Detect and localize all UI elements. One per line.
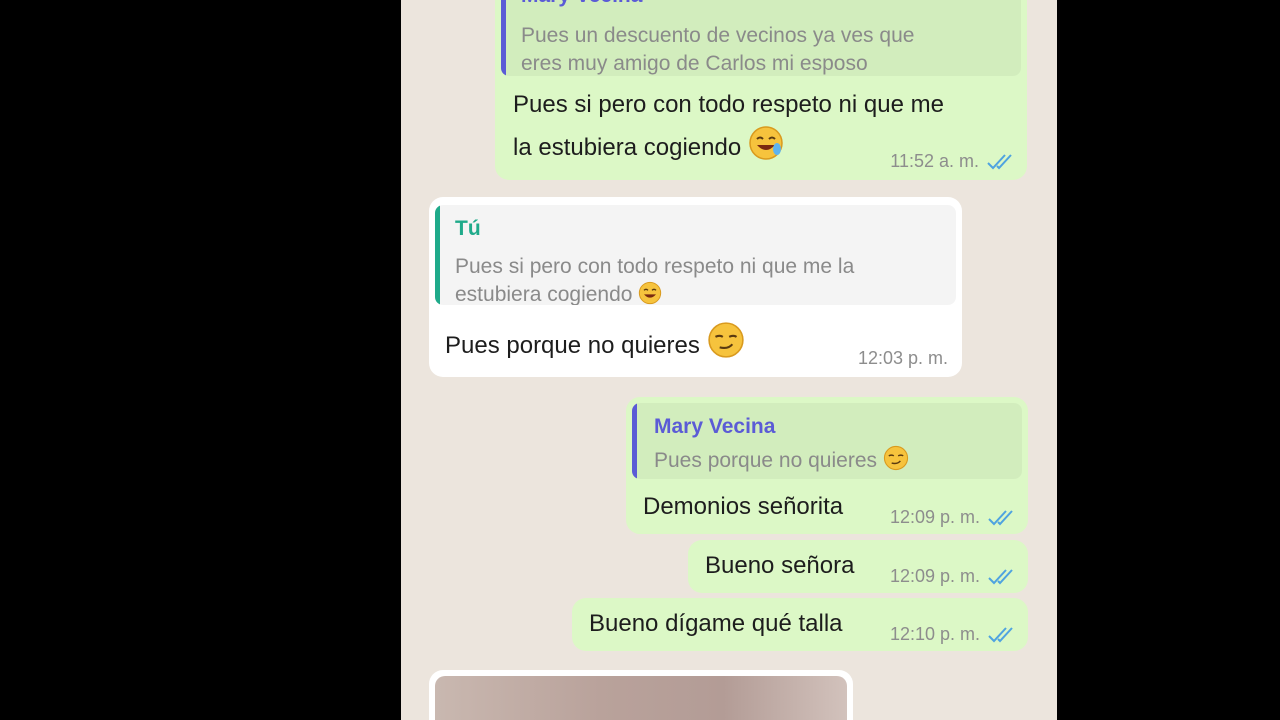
- message-text: Demonios señorita: [643, 493, 844, 520]
- quote-bar: [435, 205, 440, 305]
- quote-text: estubiera cogiendo: [455, 283, 633, 305]
- quote-text-line: eres muy amigo de Carlos mi esposo: [521, 52, 868, 75]
- message-text: la estubiera cogiendo: [513, 134, 742, 161]
- quote-author: Mary Vecina: [521, 0, 642, 8]
- message-text: Pues porque no quieres: [445, 332, 700, 359]
- message-text-line: Pues porque no quieres: [445, 321, 745, 371]
- quoted-message[interactable]: Mary Vecina Pues porque no quieres: [632, 403, 1022, 479]
- read-ticks-icon: [988, 626, 1016, 643]
- image-message-bubble[interactable]: [429, 670, 853, 720]
- quote-bar: [501, 0, 506, 76]
- message-text-line-2: la estubiera cogiendo: [513, 125, 784, 173]
- smirking-face-icon: [883, 445, 909, 479]
- message-text-line: Pues si pero con todo respeto ni que me: [513, 91, 944, 118]
- message-meta: 11:52 a. m.: [890, 151, 1015, 172]
- message-bubble-outgoing[interactable]: Mary Vecina Pues porque no quieres Demon…: [626, 397, 1028, 534]
- message-meta: 12:09 p. m.: [890, 507, 1016, 528]
- message-text: Bueno señora: [705, 552, 855, 579]
- quote-bar: [632, 403, 637, 479]
- read-ticks-icon: [987, 153, 1015, 170]
- quote-text-line: Pues si pero con todo respeto ni que me …: [455, 255, 855, 278]
- quote-author: Mary Vecina: [654, 415, 776, 438]
- message-bubble-outgoing[interactable]: Bueno señora 12:09 p. m.: [688, 540, 1028, 593]
- message-bubble-outgoing[interactable]: Mary Vecina Pues un descuento de vecinos…: [495, 0, 1027, 180]
- quoted-message[interactable]: Mary Vecina Pues un descuento de vecinos…: [501, 0, 1021, 76]
- message-bubble-outgoing[interactable]: Bueno dígame qué talla 12:10 p. m.: [572, 598, 1028, 651]
- quoted-message[interactable]: Tú Pues si pero con todo respeto ni que …: [435, 205, 956, 305]
- laughing-face-icon: [638, 281, 662, 305]
- message-bubble-incoming[interactable]: Tú Pues si pero con todo respeto ni que …: [429, 197, 962, 377]
- message-time: 12:09 p. m.: [889, 507, 980, 527]
- read-ticks-icon: [988, 568, 1016, 585]
- message-time: 12:03 p. m.: [857, 348, 948, 368]
- laughing-face-icon: [748, 125, 784, 173]
- message-meta: 12:10 p. m.: [890, 624, 1016, 645]
- message-time: 12:10 p. m.: [889, 624, 980, 644]
- quote-text-line: Pues un descuento de vecinos ya ves que: [521, 24, 915, 47]
- quote-text: Pues porque no quieres: [654, 449, 877, 472]
- quote-text-line-2: estubiera cogiendo: [455, 281, 662, 305]
- quote-author: Tú: [455, 217, 481, 240]
- smirking-face-icon: [707, 321, 745, 371]
- message-meta: 12:09 p. m.: [890, 566, 1016, 587]
- message-text: Bueno dígame qué talla: [589, 610, 843, 637]
- read-ticks-icon: [988, 509, 1016, 526]
- image-thumbnail[interactable]: [435, 676, 847, 720]
- quote-text-line: Pues porque no quieres: [654, 445, 909, 479]
- message-time: 12:09 p. m.: [889, 566, 980, 586]
- message-time: 11:52 a. m.: [890, 151, 979, 171]
- message-meta: 12:03 p. m.: [858, 348, 948, 369]
- chat-screen: Mary Vecina Pues un descuento de vecinos…: [401, 0, 1057, 720]
